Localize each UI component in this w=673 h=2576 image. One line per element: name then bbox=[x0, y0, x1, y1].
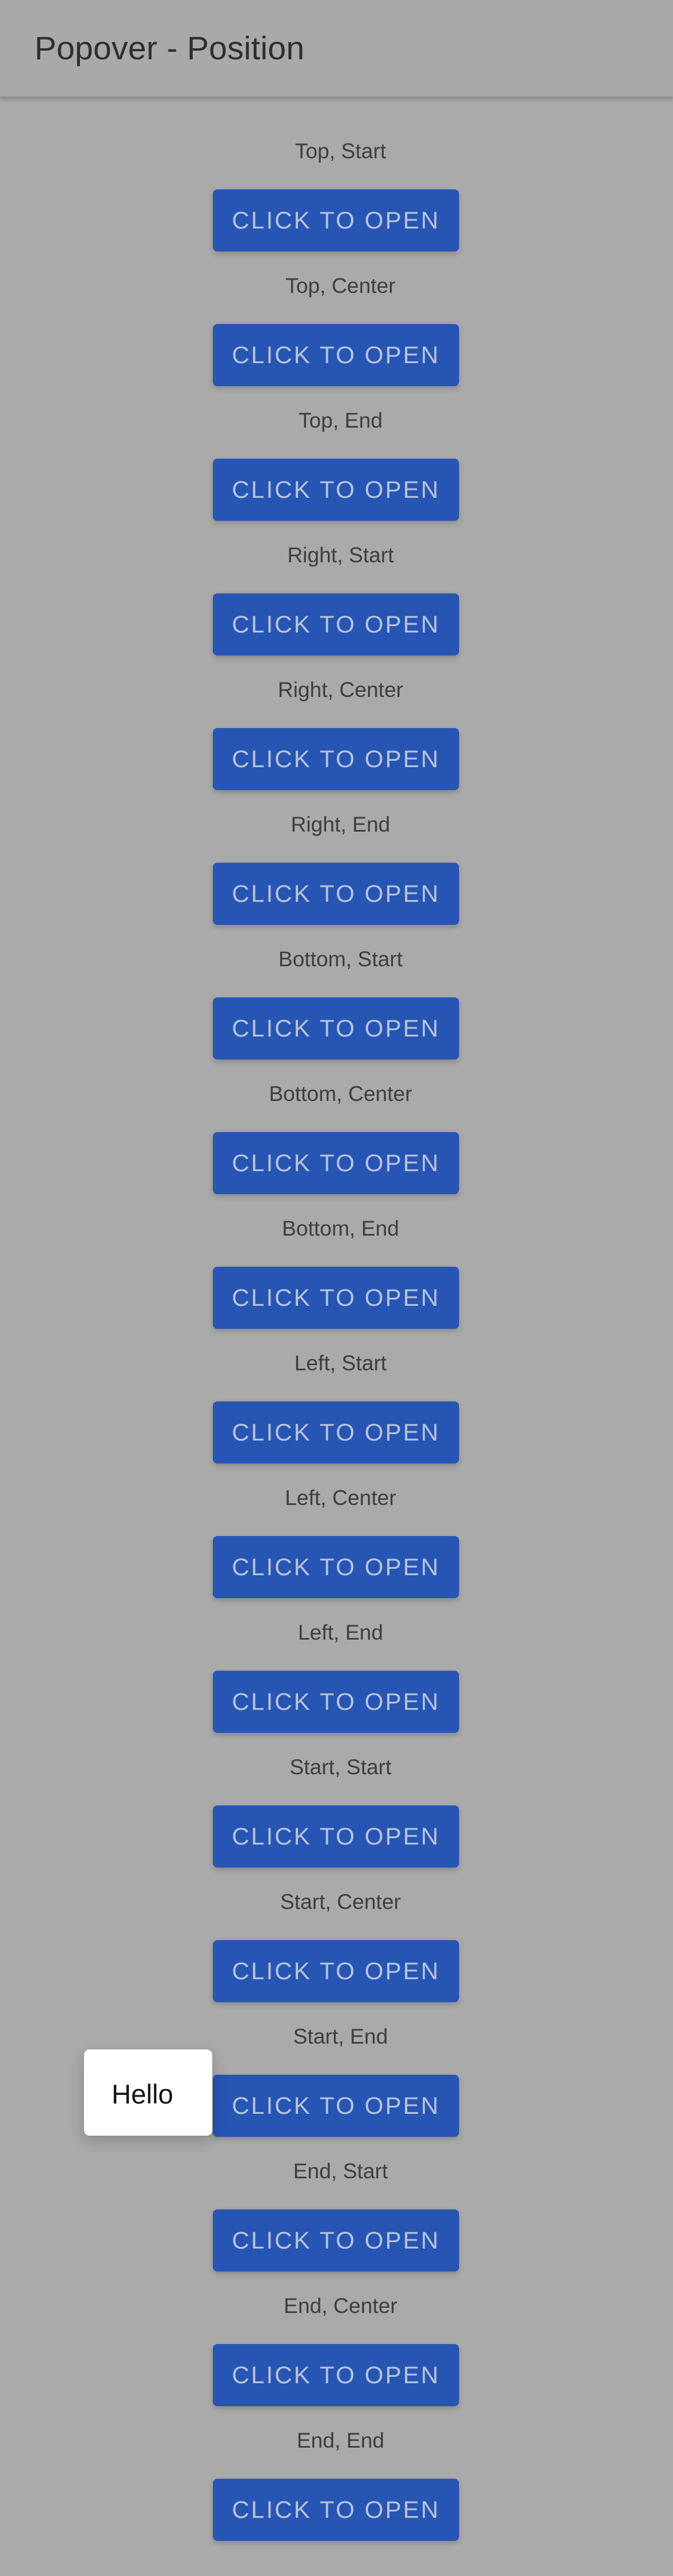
position-label: Right, Center bbox=[278, 678, 403, 702]
position-label: Bottom, Center bbox=[269, 1082, 412, 1106]
position-label: Right, End bbox=[290, 813, 391, 836]
position-label: Start, Start bbox=[289, 1755, 392, 1779]
position-item-left-center: Left, Center CLICK TO OPEN bbox=[0, 1443, 673, 1598]
page-title: Popover - Position bbox=[35, 30, 305, 67]
position-item-end-end: End, End CLICK TO OPEN bbox=[0, 2386, 673, 2541]
position-item-top-end: Top, End CLICK TO OPEN bbox=[0, 366, 673, 521]
position-list: Top, Start CLICK TO OPEN Top, Center CLI… bbox=[0, 97, 673, 2576]
position-label: Bottom, Start bbox=[278, 947, 403, 971]
position-item-top-start: Top, Start CLICK TO OPEN bbox=[0, 97, 673, 251]
position-item-left-end: Left, End CLICK TO OPEN bbox=[0, 1578, 673, 1733]
position-label: Top, End bbox=[298, 409, 383, 432]
position-item-left-start: Left, Start CLICK TO OPEN bbox=[0, 1309, 673, 1464]
position-item-top-center: Top, Center CLICK TO OPEN bbox=[0, 231, 673, 386]
position-label: Right, Start bbox=[287, 543, 394, 567]
position-label: Left, End bbox=[297, 1621, 384, 1644]
app-bar: Popover - Position bbox=[0, 0, 673, 97]
position-label: Start, Center bbox=[280, 1890, 401, 1914]
open-popover-button[interactable]: CLICK TO OPEN bbox=[213, 2479, 459, 2541]
popover: Hello bbox=[84, 2049, 212, 2136]
position-label: End, End bbox=[296, 2429, 385, 2452]
position-item-end-center: End, Center CLICK TO OPEN bbox=[0, 2251, 673, 2406]
popover-text: Hello bbox=[112, 2079, 174, 2109]
position-label: Left, Start bbox=[294, 1351, 387, 1375]
position-item-bottom-start: Bottom, Start CLICK TO OPEN bbox=[0, 905, 673, 1060]
position-label: Top, Center bbox=[285, 274, 396, 298]
position-label: Left, Center bbox=[285, 1486, 396, 1510]
position-item-start-center: Start, Center CLICK TO OPEN bbox=[0, 1847, 673, 2002]
position-label: Bottom, End bbox=[282, 1217, 399, 1240]
position-item-bottom-end: Bottom, End CLICK TO OPEN bbox=[0, 1174, 673, 1329]
position-label: Start, End bbox=[293, 2025, 388, 2048]
position-item-right-center: Right, Center CLICK TO OPEN bbox=[0, 635, 673, 790]
position-item-bottom-center: Bottom, Center CLICK TO OPEN bbox=[0, 1039, 673, 1194]
position-item-right-end: Right, End CLICK TO OPEN bbox=[0, 770, 673, 925]
position-label: End, Center bbox=[284, 2294, 397, 2318]
position-label: Top, Start bbox=[295, 139, 387, 163]
position-item-end-start: End, Start CLICK TO OPEN bbox=[0, 2117, 673, 2272]
position-item-right-start: Right, Start CLICK TO OPEN bbox=[0, 501, 673, 656]
position-item-start-start: Start, Start CLICK TO OPEN bbox=[0, 1713, 673, 1868]
position-label: End, Start bbox=[293, 2159, 388, 2183]
